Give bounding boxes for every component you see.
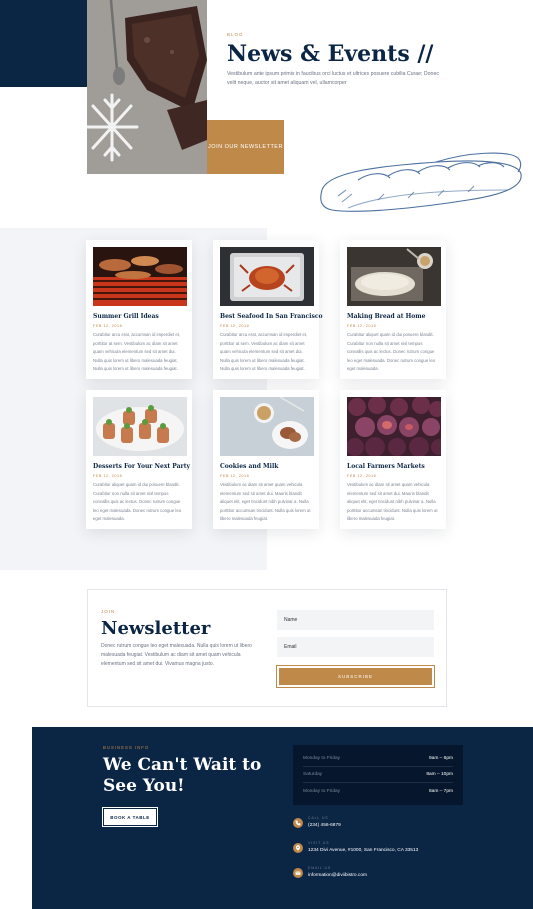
post-excerpt: Curabitur arcu erat, accumsan id imperdi… xyxy=(93,332,181,371)
hero-section: Join our newsletter Blog News & Events /… xyxy=(0,0,533,228)
post-thumbnail-desserts[interactable] xyxy=(93,397,187,456)
hero-image xyxy=(87,0,207,174)
post-thumbnail-grill[interactable] xyxy=(93,247,187,306)
contact-phone[interactable]: Call Us (234) 456-6879 xyxy=(293,815,493,835)
mail-icon xyxy=(293,868,303,878)
post-date: FEB 12, 2018 xyxy=(93,324,123,328)
blog-card[interactable]: Desserts For Your Next Party FEB 12, 201… xyxy=(86,390,192,529)
post-title[interactable]: Cookies and Milk xyxy=(220,463,278,470)
contact-label: Call Us xyxy=(308,816,329,820)
hours-time: 9am – 6pm xyxy=(429,756,453,761)
subscribe-button[interactable]: Subscribe xyxy=(276,665,435,688)
hours-row: Saturday 8am – 10pm xyxy=(303,767,453,783)
post-thumbnail-cookies[interactable] xyxy=(220,397,314,456)
join-newsletter-button[interactable]: Join our newsletter xyxy=(207,120,284,174)
post-thumbnail-bread[interactable] xyxy=(347,247,441,306)
blog-card[interactable]: Local Farmers Markets FEB 12, 2018 Vesti… xyxy=(340,390,446,529)
footer-eyebrow: Business Info xyxy=(103,745,150,750)
post-title[interactable]: Local Farmers Markets xyxy=(347,463,425,470)
post-excerpt: Vestibulum ac diam sit amet quam vehicul… xyxy=(220,482,311,521)
hero-description: Vestibulum ante ipsum primis in faucibus… xyxy=(227,71,439,86)
hours-time: 8am – 7pm xyxy=(429,788,453,794)
blog-card[interactable]: Cookies and Milk FEB 12, 2018 Vestibulum… xyxy=(213,390,319,529)
post-date: FEB 12, 2018 xyxy=(220,474,250,478)
blog-card[interactable]: Making Bread at Home FEB 12, 2018 Curabi… xyxy=(340,240,446,379)
blog-card[interactable]: Best Seafood In San Francisco FEB 12, 20… xyxy=(213,240,323,379)
contact-value: (234) 456-6879 xyxy=(308,823,341,828)
contact-email[interactable]: Email Us information@diviibistro.com xyxy=(293,865,493,885)
newsletter-title: Newsletter xyxy=(101,618,211,639)
post-thumbnail-figs[interactable] xyxy=(347,397,441,456)
post-excerpt: Vestibulum ac diam sit amet quam vehicul… xyxy=(347,482,438,521)
newsletter-description: Donec rutrum congue leo eget malesuada. … xyxy=(101,643,252,667)
post-date: FEB 12, 2018 xyxy=(347,324,377,328)
contact-value: 1234 Divi Avenue, #1000, San Francisco, … xyxy=(308,848,419,853)
email-input[interactable]: Email xyxy=(277,637,434,657)
opening-hours-panel: Monday to Friday 9am – 6pm Saturday 8am … xyxy=(293,745,463,805)
post-date: FEB 12, 2018 xyxy=(93,474,123,478)
page-title: News & Events // xyxy=(227,41,434,67)
hours-row: Monday to Friday 8am – 7pm xyxy=(303,783,453,799)
bread-illustration xyxy=(320,152,522,212)
post-title[interactable]: Making Bread at Home xyxy=(347,313,425,320)
post-excerpt: Curabitur aliquet quam id dui posuere bl… xyxy=(347,332,436,371)
contact-value: information@diviibistro.com xyxy=(308,873,367,878)
post-title[interactable]: Best Seafood In San Francisco xyxy=(220,313,323,320)
location-pin-icon xyxy=(293,843,303,853)
hours-day: Monday to Friday xyxy=(303,788,341,794)
section-eyebrow: Blog xyxy=(227,32,244,37)
contact-label: Visit Us xyxy=(308,841,330,845)
contact-address[interactable]: Visit Us 1234 Divi Avenue, #1000, San Fr… xyxy=(293,840,493,860)
post-date: FEB 12, 2018 xyxy=(220,324,250,328)
post-thumbnail-seafood[interactable] xyxy=(220,247,314,306)
newsletter-section: Join Newsletter Donec rutrum congue leo … xyxy=(87,589,447,707)
footer-title: We Can't Wait to See You! xyxy=(103,755,262,796)
business-info-section: Business Info We Can't Wait to See You! … xyxy=(32,727,533,909)
newsletter-eyebrow: Join xyxy=(101,609,116,614)
phone-icon xyxy=(293,818,303,828)
hours-row: Monday to Friday 9am – 6pm xyxy=(303,751,453,767)
post-excerpt: Curabitur arcu erat, accumsan id imperdi… xyxy=(220,332,308,371)
blog-card[interactable]: Summer Grill Ideas FEB 12, 2018 Curabitu… xyxy=(86,240,192,379)
book-table-button[interactable]: Book a Table xyxy=(102,807,158,827)
hours-day: Monday to Friday xyxy=(303,756,341,761)
hours-time: 8am – 10pm xyxy=(426,772,453,777)
post-title[interactable]: Summer Grill Ideas xyxy=(93,313,159,320)
hours-day: Saturday xyxy=(303,772,323,777)
post-date: FEB 12, 2018 xyxy=(347,474,377,478)
post-title[interactable]: Desserts For Your Next Party xyxy=(93,463,190,470)
navy-accent-block xyxy=(0,0,87,87)
name-input[interactable]: Name xyxy=(277,610,434,630)
post-excerpt: Curabitur aliquet quam id dui posuere bl… xyxy=(93,482,182,521)
contact-label: Email Us xyxy=(308,866,332,870)
